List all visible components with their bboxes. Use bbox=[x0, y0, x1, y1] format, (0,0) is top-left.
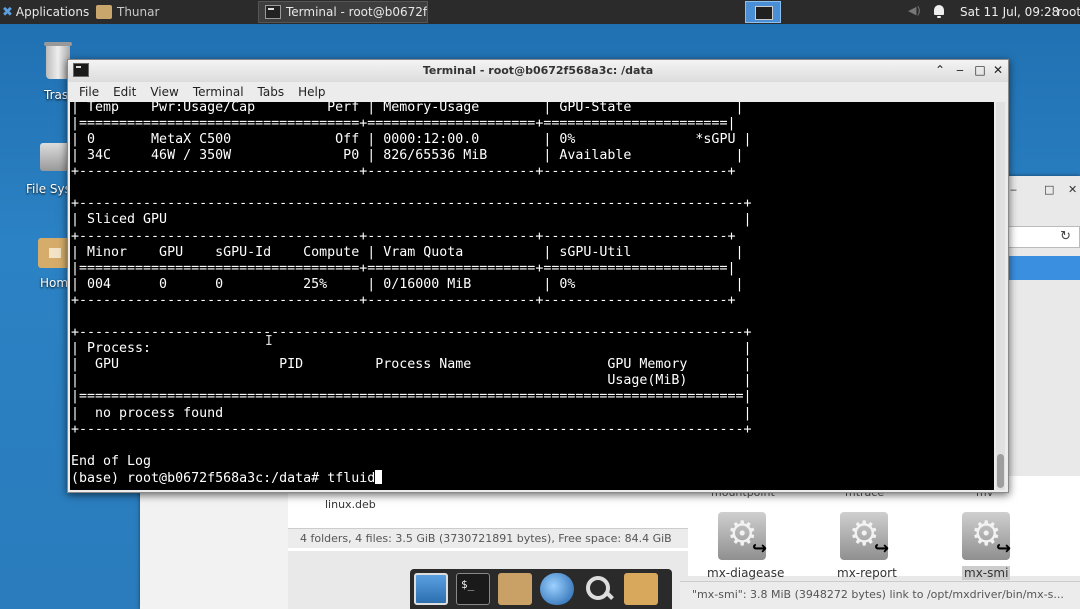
taskbar-item-label: Thunar bbox=[117, 5, 160, 19]
minimize-button[interactable]: ‒ bbox=[1010, 183, 1017, 196]
executable-file-icon[interactable] bbox=[708, 512, 768, 572]
applications-menu-button[interactable]: ✖ Applications bbox=[0, 0, 90, 24]
workspace-switcher[interactable] bbox=[745, 1, 781, 23]
text-cursor bbox=[375, 469, 383, 484]
title-bar[interactable]: Terminal - root@b0672f568a3c: /data ⌃ ‒ … bbox=[68, 60, 1008, 82]
menu-tabs[interactable]: Tabs bbox=[251, 85, 292, 99]
top-panel: ✖ Applications Thunar Terminal - root@b0… bbox=[0, 0, 1080, 24]
menu-view[interactable]: View bbox=[143, 85, 185, 99]
terminal-output: | Temp Pwr:Usage/Cap Perf | Memory-Usage… bbox=[70, 102, 751, 487]
reload-icon[interactable]: ↻ bbox=[1060, 229, 1071, 244]
volume-icon[interactable]: ◀) bbox=[908, 4, 921, 17]
file-item-label[interactable]: linux.deb bbox=[325, 498, 376, 511]
xfce-logo-icon: ✖ bbox=[2, 4, 13, 20]
dock: $_ bbox=[410, 569, 672, 609]
terminal-window: Terminal - root@b0672f568a3c: /data ⌃ ‒ … bbox=[67, 59, 1009, 493]
executable-file-icon[interactable] bbox=[830, 512, 890, 572]
minimize-button[interactable]: ‒ bbox=[952, 63, 968, 77]
executable-file-icon[interactable] bbox=[952, 512, 1012, 572]
clock[interactable]: Sat 11 Jul, 09:28 bbox=[960, 0, 1059, 24]
maximize-button[interactable]: □ bbox=[972, 63, 988, 77]
file-item-label[interactable]: mx-diagease bbox=[707, 566, 784, 580]
terminal-log: | Temp Pwr:Usage/Cap Perf | Memory-Usage… bbox=[71, 102, 752, 469]
taskbar-item-terminal[interactable]: Terminal - root@b0672f... bbox=[258, 1, 428, 23]
file-manager-icon[interactable] bbox=[498, 573, 532, 605]
show-desktop-icon[interactable] bbox=[414, 573, 448, 605]
status-bar: 4 folders, 4 files: 3.5 GiB (3730721891 … bbox=[288, 528, 688, 548]
close-button[interactable]: ✕ bbox=[1068, 183, 1077, 196]
menu-bar: File Edit View Terminal Tabs Help bbox=[68, 82, 1008, 102]
notification-bell-icon[interactable] bbox=[934, 5, 944, 18]
web-browser-icon[interactable] bbox=[540, 573, 574, 605]
terminal-screen[interactable]: | Temp Pwr:Usage/Cap Perf | Memory-Usage… bbox=[70, 102, 994, 490]
desktop-icon-label[interactable]: File Sys bbox=[26, 182, 71, 196]
file-item-label-selected[interactable]: mx-smi bbox=[962, 566, 1011, 580]
maximize-button[interactable]: □ bbox=[1044, 183, 1054, 196]
status-bar: "mx-smi": 3.8 MiB (3948272 bytes) link t… bbox=[680, 581, 1080, 609]
desktop-icon-label[interactable]: Hom bbox=[40, 276, 68, 290]
applications-label: Applications bbox=[15, 5, 90, 19]
file-item-label[interactable]: mx-report bbox=[837, 566, 897, 580]
taskbar-item-label: Terminal - root@b0672f... bbox=[286, 5, 428, 19]
scrollbar[interactable] bbox=[996, 102, 1005, 490]
folder-icon[interactable] bbox=[624, 573, 658, 605]
close-button[interactable]: ✕ bbox=[990, 63, 1006, 77]
menu-terminal[interactable]: Terminal bbox=[186, 85, 251, 99]
location-bar[interactable]: ↻ bbox=[1008, 226, 1080, 248]
taskbar-item-thunar[interactable]: Thunar bbox=[90, 0, 248, 24]
window-title: Terminal - root@b0672f568a3c: /data bbox=[422, 64, 654, 77]
terminal-launcher-icon[interactable]: $_ bbox=[456, 573, 490, 605]
selected-row[interactable] bbox=[1008, 256, 1080, 280]
menu-help[interactable]: Help bbox=[291, 85, 332, 99]
desktop-icon-label[interactable]: Tras bbox=[44, 88, 68, 102]
terminal-icon bbox=[265, 5, 281, 19]
chevron-up-icon[interactable]: ⌃ bbox=[932, 63, 948, 77]
search-icon[interactable] bbox=[582, 573, 616, 605]
menu-edit[interactable]: Edit bbox=[106, 85, 143, 99]
mouse-ibeam-cursor-icon: I bbox=[265, 334, 273, 349]
shell-prompt: (base) root@b0672f568a3c:/data# bbox=[71, 470, 328, 486]
command-input[interactable]: tfluid bbox=[327, 471, 375, 486]
scrollbar-thumb[interactable] bbox=[997, 454, 1004, 488]
folder-icon bbox=[96, 5, 112, 19]
menu-file[interactable]: File bbox=[72, 85, 106, 99]
user-menu[interactable]: root bbox=[1057, 0, 1080, 24]
